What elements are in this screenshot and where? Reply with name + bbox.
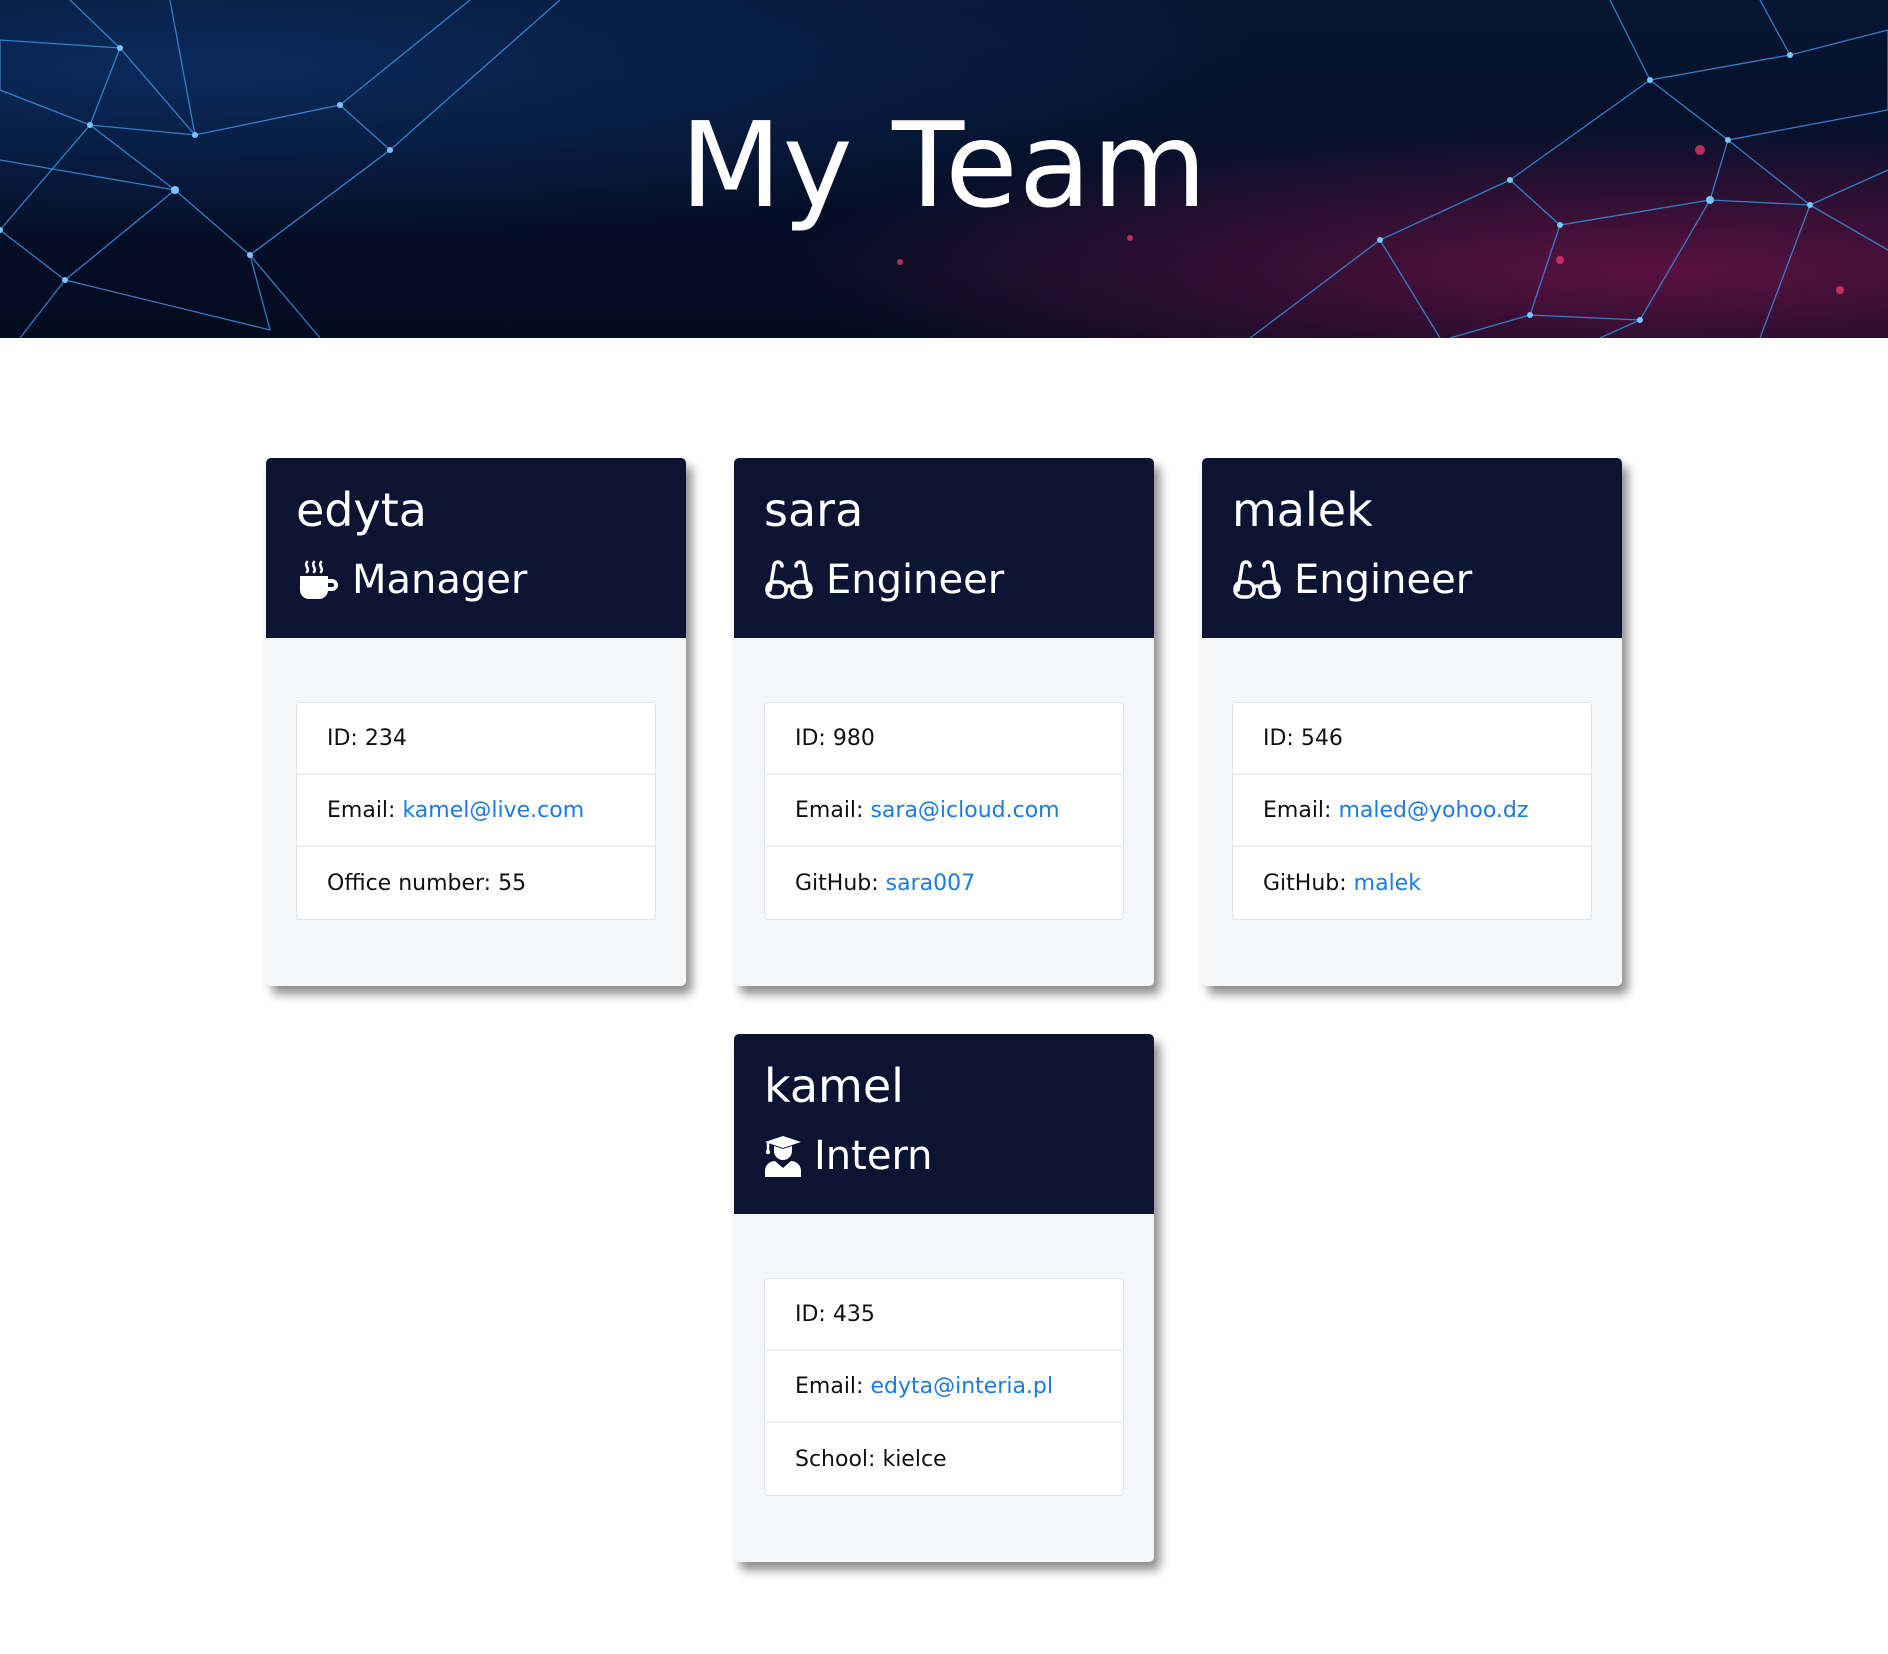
role-label: Engineer — [826, 557, 1005, 603]
email-label: Email: — [327, 798, 396, 823]
email-link[interactable]: sara@icloud.com — [870, 798, 1059, 823]
id-row: ID: 546 — [1233, 703, 1591, 775]
email-link[interactable]: edyta@interia.pl — [870, 1374, 1053, 1399]
email-link[interactable]: maled@yohoo.dz — [1338, 798, 1528, 823]
employee-name: kamel — [764, 1059, 904, 1113]
office-number-value: 55 — [498, 870, 527, 896]
email-row: Email: edyta@interia.pl — [765, 1351, 1123, 1423]
office-number-label: Office number: — [327, 870, 492, 896]
employee-role: Engineer — [764, 552, 1124, 608]
id-row: ID: 435 — [765, 1279, 1123, 1351]
id-row: ID: 980 — [765, 703, 1123, 775]
school-row: School: kielce — [765, 1423, 1123, 1495]
github-label: GitHub: — [1263, 870, 1347, 896]
school-label: School: — [795, 1446, 876, 1472]
team-card-kamel: kamel Intern ID: 435 Email: edyta@interi… — [734, 1034, 1154, 1562]
email-row: Email: sara@icloud.com — [765, 775, 1123, 847]
email-link[interactable]: kamel@live.com — [402, 798, 584, 823]
email-row: Email: maled@yohoo.dz — [1233, 775, 1591, 847]
email-label: Email: — [795, 1374, 864, 1399]
hero-banner: My Team — [0, 0, 1888, 338]
role-label: Engineer — [1294, 557, 1473, 603]
user-graduate-icon — [764, 1135, 802, 1177]
github-link[interactable]: sara007 — [886, 871, 975, 896]
role-label: Manager — [352, 557, 528, 603]
github-row: GitHub: sara007 — [765, 847, 1123, 919]
employee-info-list: ID: 234 Email: kamel@live.com Office num… — [296, 702, 656, 920]
id-label: ID: — [327, 726, 358, 751]
employee-info-list: ID: 980 Email: sara@icloud.com GitHub: s… — [764, 702, 1124, 920]
office-number-row: Office number: 55 — [297, 847, 655, 919]
github-link[interactable]: malek — [1354, 871, 1421, 896]
id-value: 435 — [832, 1302, 875, 1327]
employee-role: Engineer — [1232, 552, 1592, 608]
employee-role: Manager — [296, 552, 656, 608]
email-label: Email: — [1263, 798, 1332, 823]
card-header: kamel Intern — [734, 1034, 1154, 1214]
github-label: GitHub: — [795, 870, 879, 896]
page-title: My Team — [679, 96, 1209, 234]
mug-hot-icon — [296, 560, 340, 600]
card-header: edyta Manager — [266, 458, 686, 638]
employee-role: Intern — [764, 1128, 1124, 1184]
glasses-icon — [764, 560, 814, 600]
email-row: Email: kamel@live.com — [297, 775, 655, 847]
id-label: ID: — [795, 726, 826, 751]
employee-name: sara — [764, 483, 864, 537]
id-row: ID: 234 — [297, 703, 655, 775]
id-label: ID: — [1263, 726, 1294, 751]
employee-name: edyta — [296, 483, 427, 537]
id-value: 234 — [364, 726, 407, 751]
email-label: Email: — [795, 798, 864, 823]
glasses-icon — [1232, 560, 1282, 600]
team-card-edyta: edyta Manager ID: 234 Email: kamel@live.… — [266, 458, 686, 986]
card-header: sara Engineer — [734, 458, 1154, 638]
employee-name: malek — [1232, 483, 1373, 537]
id-value: 546 — [1300, 726, 1343, 751]
employee-info-list: ID: 546 Email: maled@yohoo.dz GitHub: ma… — [1232, 702, 1592, 920]
team-card-malek: malek Engineer ID: 546 Email: maled@yoho… — [1202, 458, 1622, 986]
team-card-sara: sara Engineer ID: 980 Email: sara@icloud… — [734, 458, 1154, 986]
school-value: kielce — [882, 1446, 947, 1472]
card-header: malek Engineer — [1202, 458, 1622, 638]
role-label: Intern — [814, 1133, 933, 1179]
employee-info-list: ID: 435 Email: edyta@interia.pl School: … — [764, 1278, 1124, 1496]
id-label: ID: — [795, 1302, 826, 1327]
id-value: 980 — [832, 726, 875, 751]
github-row: GitHub: malek — [1233, 847, 1591, 919]
